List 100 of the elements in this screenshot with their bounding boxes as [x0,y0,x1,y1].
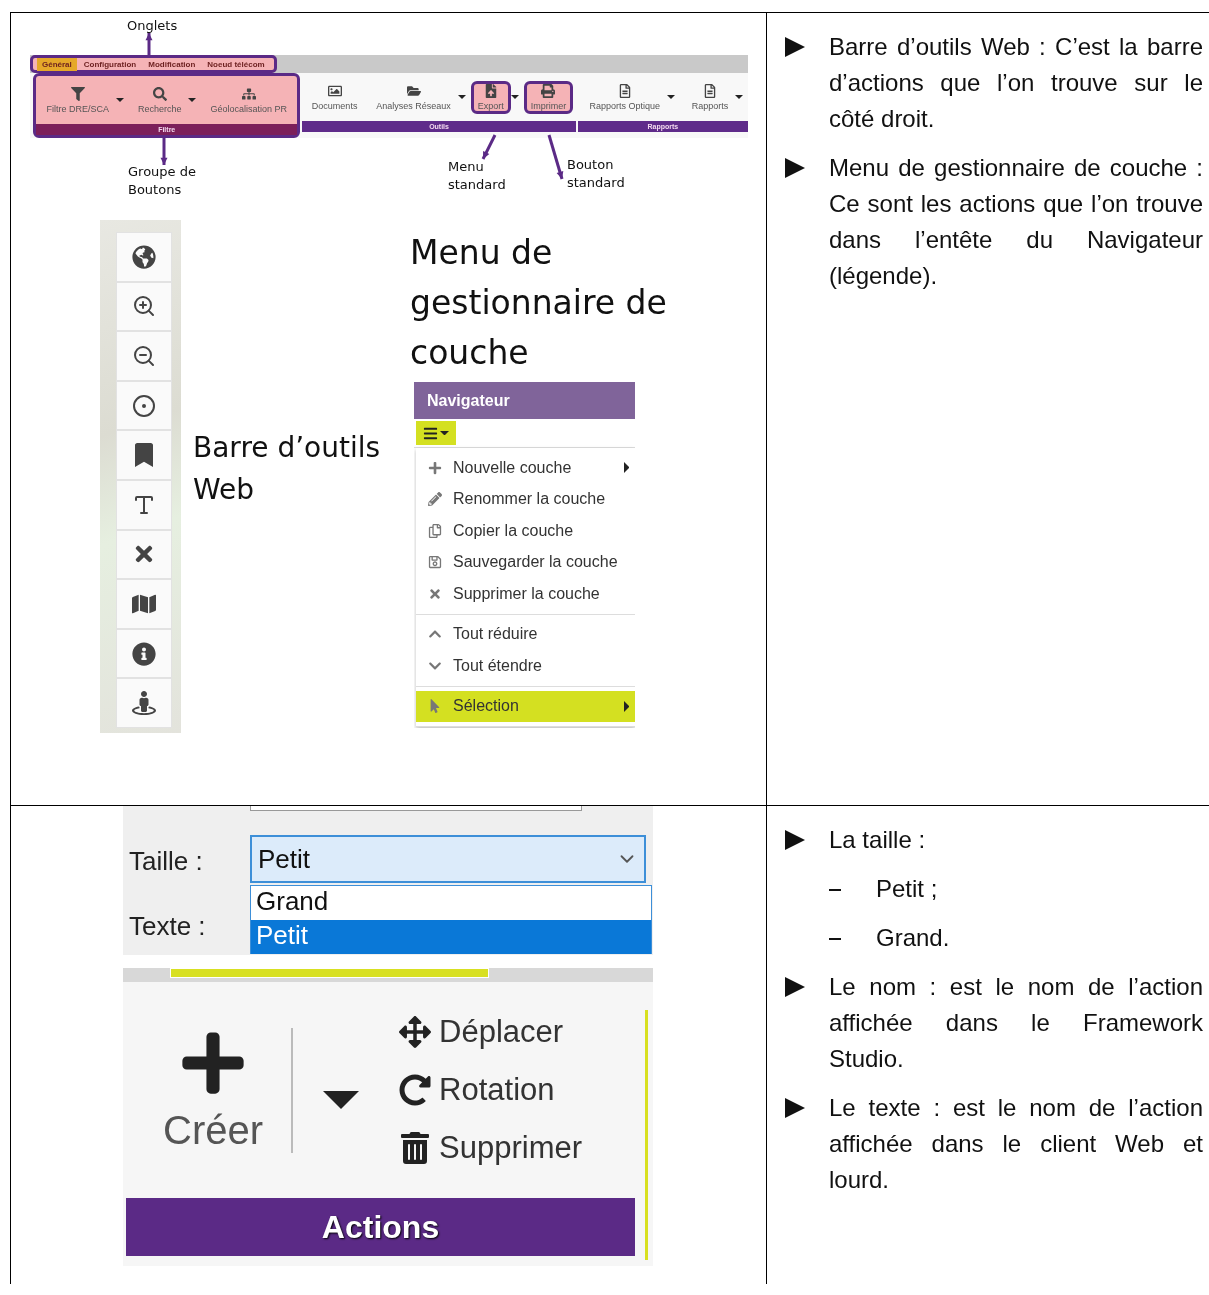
menu-item[interactable]: Tout étendre [416,650,635,682]
caret-icon [323,1091,360,1109]
description-text: Le nom : est le nom de l’action affichée dans le Framework Studio. [829,972,1203,1074]
ribbon-tab[interactable]: Modification [143,57,201,71]
description-text: Menu de gestionnaire de couche : Ce sont les actions que l’on trouve dans l’entête du Navigateur (légende). [829,153,1203,291]
toolbar-button[interactable] [116,479,172,530]
menu-item[interactable]: Sélection [416,690,635,722]
plus-icon [428,460,442,475]
caret-icon[interactable] [116,98,124,102]
toolbar-button[interactable]: Recherche [130,83,189,117]
caret-icon[interactable] [457,95,466,99]
close-icon [428,586,442,601]
hierarchy-icon [241,86,256,101]
description-text: Le texte : est le nom de l’action affichée dans le client Web et lourd. [829,1093,1203,1195]
caret-icon [440,430,449,436]
action-button[interactable]: Rotation [399,1072,583,1108]
toolbar-button[interactable] [116,579,172,629]
toolbar-button[interactable] [116,380,172,431]
caret-icon[interactable] [667,95,676,99]
zoom-in-icon [132,294,156,319]
folder-icon [406,83,421,98]
action-button[interactable]: Déplacer [399,1014,583,1050]
caret-icon[interactable] [510,95,519,99]
document-icon [702,83,717,98]
toolbar-button[interactable] [116,430,172,480]
globe-icon [132,244,156,269]
callout-text: Bouton standard [567,156,626,192]
panel-title: Navigateur [414,382,635,419]
pointer-icon [428,699,442,714]
toolbar-button[interactable] [116,628,172,679]
toolbar-button[interactable]: Export [470,80,511,114]
callout-text: Groupe de Boutons [128,163,197,199]
toolbar-button[interactable]: Rapports [684,80,736,114]
ribbon-tab[interactable]: Noeud télécom [202,57,270,71]
field-label: Taille : [129,846,203,877]
create-button[interactable]: Créer [163,1027,294,1153]
arrow [481,134,497,160]
bullet-icon [785,977,805,997]
toolbar-button[interactable]: Imprimer [523,80,574,114]
dash-icon [829,938,841,940]
description-text: La taille : [829,825,927,855]
bullet-icon [785,37,805,57]
toolbar-button[interactable] [116,281,172,332]
move-icon [399,1016,432,1048]
bookmark-icon [132,443,156,468]
target-icon [132,393,156,418]
action-button[interactable]: Supprimer [399,1130,583,1166]
dash-icon [829,889,841,891]
callout-text: Onglets [127,17,178,35]
toolbar-button[interactable]: Analyses Réseaux [369,80,458,114]
toolbar-button[interactable] [116,529,172,580]
search-icon [152,86,167,101]
toolbar-button[interactable]: Rapports Optique [582,80,668,114]
menu-item[interactable]: Tout réduire [416,618,635,650]
bullet-icon [785,158,805,178]
save-icon [428,555,442,570]
toolbar-button[interactable]: Documents [304,80,365,114]
toolbar-button[interactable]: Filtre DRE/SCA [39,83,116,117]
select-field[interactable]: Petit [250,835,646,883]
input-field[interactable] [250,806,582,811]
dropdown-button[interactable] [323,1091,360,1109]
group-label: Actions [126,1198,635,1256]
rotate-icon [399,1074,432,1106]
callout-text: Menu de gestionnaire de couche [410,232,668,374]
pencil-icon [428,492,442,507]
callout-text: Barre d’outils Web [193,430,382,508]
trash-icon [399,1132,432,1164]
menu-item[interactable]: Supprimer la couche [416,578,635,610]
upload-icon [483,83,498,98]
caret-icon[interactable] [735,95,744,99]
toolbar-button[interactable] [116,678,172,728]
printer-icon [541,83,556,98]
menu-item[interactable]: Copier la couche [416,515,635,547]
toolbar-button[interactable] [116,232,172,282]
ribbon-tab[interactable]: Configuration [78,57,142,71]
zoom-out-icon [132,344,156,368]
menu-item[interactable]: Nouvelle couche [416,452,635,484]
callout-text: Menu standard [448,158,507,194]
document-icon [617,83,632,98]
ribbon-tab[interactable]: Général [37,57,77,71]
description-text: Barre d’outils Web : C’est la barre d’actions que l’on trouve sur le côté droit. [829,32,1203,134]
description-text: Grand. [876,923,951,953]
menu-item[interactable]: Renommer la couche [416,483,635,515]
info-icon [132,641,156,666]
bullet-icon [785,830,805,850]
submenu-icon [623,700,629,712]
toolbar-button[interactable] [116,331,172,381]
submenu-icon [623,462,629,474]
image-icon [327,83,342,98]
caret-icon[interactable] [188,98,197,102]
toolbar-button[interactable]: Géolocalisation PR [203,83,294,117]
menu-button[interactable] [416,421,456,445]
dropdown-option[interactable]: Petit [251,920,651,954]
menu-icon [423,425,438,441]
filter-icon [70,86,85,101]
description-text: Petit ; [876,874,939,904]
menu-item[interactable]: Sauvegarder la couche [416,546,635,578]
bullet-icon [785,1098,805,1118]
person-pin-icon [132,691,156,716]
copy-icon [428,523,442,538]
